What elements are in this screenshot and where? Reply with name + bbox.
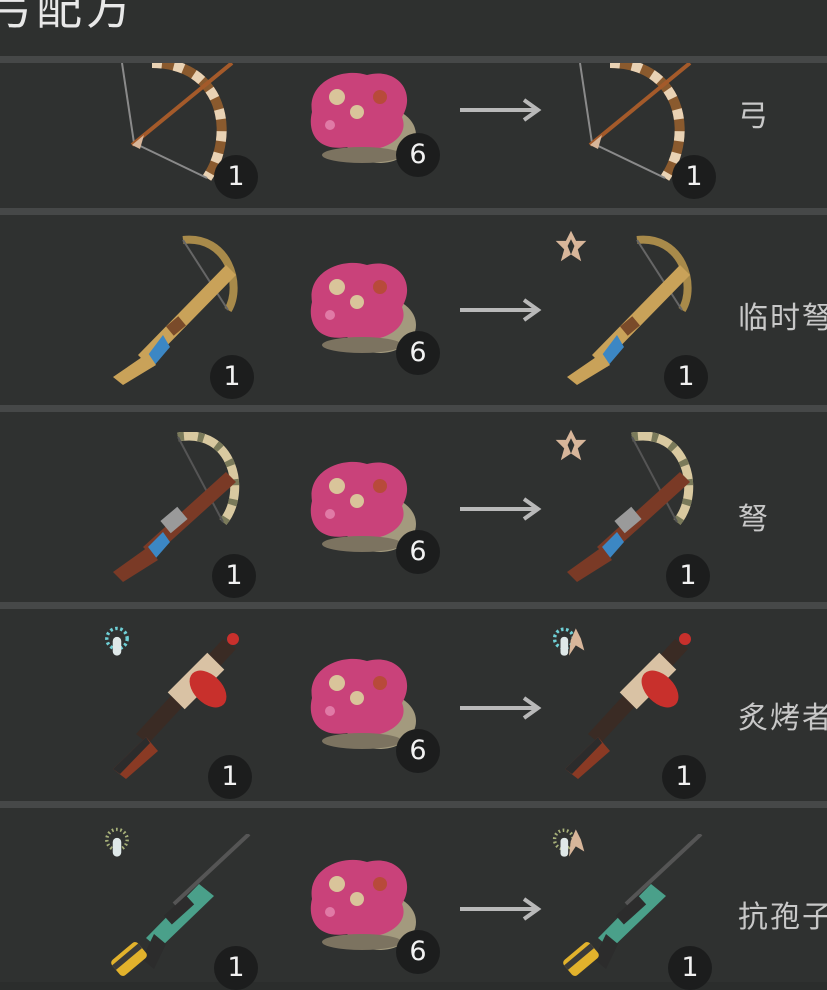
- output-count-badge: 1: [668, 946, 712, 990]
- output-count-badge: 1: [672, 155, 716, 199]
- divider: [0, 208, 827, 215]
- divider: [0, 405, 827, 412]
- recipe-row[interactable]: 1 6 1 炙烤者: [0, 609, 827, 801]
- recipe-row[interactable]: 1 6 1 临时弩: [0, 215, 827, 405]
- input-count-badge: 1: [214, 946, 258, 990]
- material-count-badge: 6: [396, 930, 440, 974]
- material-count-badge: 6: [396, 331, 440, 375]
- input-count-badge: 1: [210, 355, 254, 399]
- divider: [0, 801, 827, 808]
- arrow-right-icon: [458, 295, 544, 325]
- material-count-badge: 6: [396, 530, 440, 574]
- arrow-right-icon: [458, 894, 544, 924]
- arrow-right-icon: [458, 693, 544, 723]
- output-count-badge: 1: [662, 755, 706, 799]
- recipe-name: 弩: [738, 502, 770, 537]
- recipe-header: 弓配方: [0, 0, 827, 56]
- arrow-right-icon: [458, 494, 544, 524]
- recipe-name: 炙烤者: [738, 701, 827, 736]
- recipe-name: 抗孢子: [738, 900, 827, 935]
- page-title: 弓配方: [0, 0, 136, 35]
- material-count-badge: 6: [396, 729, 440, 773]
- arrow-right-icon: [458, 95, 544, 125]
- recipe-row[interactable]: 1 6 1 弩: [0, 412, 827, 602]
- input-count-badge: 1: [212, 554, 256, 598]
- output-count-badge: 1: [666, 554, 710, 598]
- divider: [0, 56, 827, 63]
- input-count-badge: 1: [214, 155, 258, 199]
- recipe-row[interactable]: 1 6 1 抗孢子: [0, 808, 827, 990]
- recipe-name: 弓: [738, 99, 770, 134]
- recipe-row[interactable]: 1 6 1 弓: [0, 63, 827, 208]
- recipe-name: 临时弩: [738, 301, 827, 336]
- input-count-badge: 1: [208, 755, 252, 799]
- output-count-badge: 1: [664, 355, 708, 399]
- material-count-badge: 6: [396, 133, 440, 177]
- divider: [0, 602, 827, 609]
